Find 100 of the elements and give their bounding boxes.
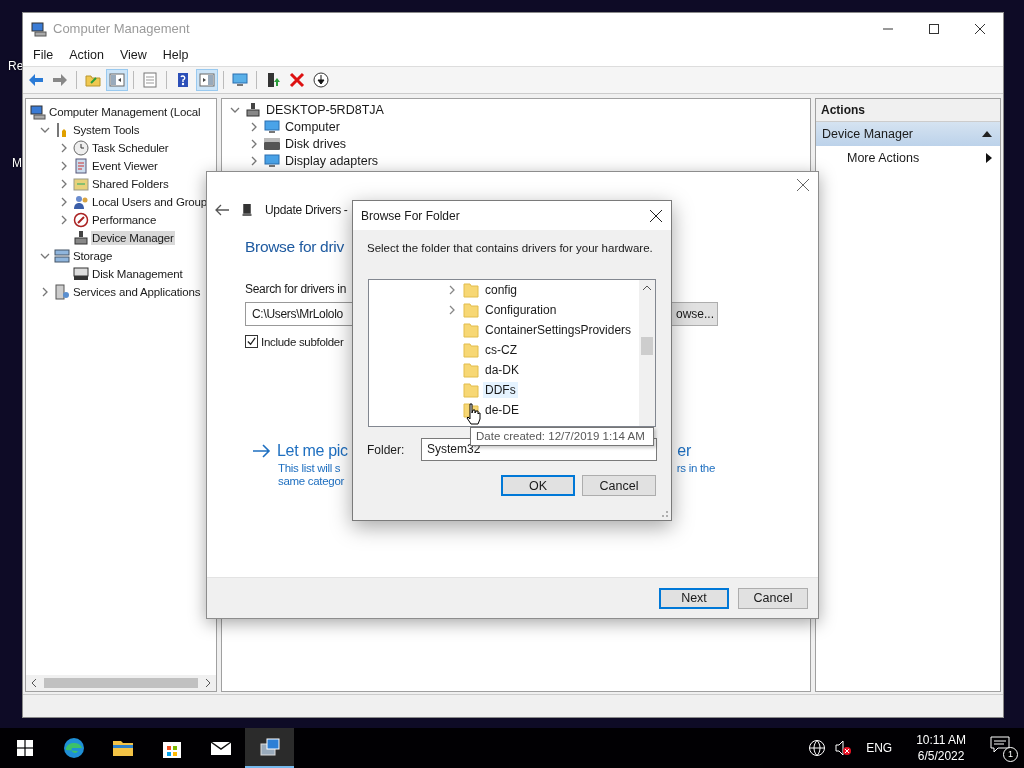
action-item[interactable]: More Actions: [816, 146, 1000, 170]
scroll-thumb[interactable]: [641, 337, 653, 355]
folder-item[interactable]: de-DE: [483, 402, 521, 418]
cancel-button[interactable]: Cancel: [582, 475, 656, 496]
horizontal-scrollbar[interactable]: [26, 675, 216, 691]
dialog-title: Browse For Folder: [361, 208, 460, 223]
folder-item[interactable]: da-DK: [483, 362, 521, 378]
tree-item[interactable]: Disk drives: [283, 135, 349, 152]
device-icon: [241, 202, 253, 218]
resize-grip-icon[interactable]: [659, 508, 669, 518]
panel-icon: [109, 72, 125, 88]
checkbox[interactable]: [245, 335, 258, 348]
panel-icon: [199, 72, 215, 88]
monitor-icon: [264, 152, 280, 169]
folder-icon: [463, 342, 479, 358]
collapse-icon: [982, 131, 992, 137]
users-icon: [73, 194, 89, 210]
tree-item[interactable]: Performance: [91, 213, 158, 227]
chevron-right-icon[interactable]: [59, 143, 69, 153]
folder-icon: [463, 302, 479, 318]
chevron-right-icon[interactable]: [249, 121, 259, 132]
tree-item[interactable]: Event Viewer: [91, 159, 159, 173]
chevron-down-icon[interactable]: [40, 125, 50, 135]
chevron-right-icon[interactable]: [59, 179, 69, 189]
tree-item[interactable]: Computer Management (Local: [48, 105, 202, 119]
tree-item[interactable]: Shared Folders: [91, 177, 170, 191]
clock-icon: [73, 140, 89, 156]
folder-item[interactable]: ContainerSettingsProviders: [483, 322, 634, 338]
clock-time[interactable]: 10:11 AM: [916, 732, 966, 748]
disk-drive-icon: [264, 135, 280, 152]
checkbox-label: Include subfolder: [261, 335, 344, 348]
tree-item[interactable]: Local Users and Group: [91, 195, 209, 209]
link[interactable]: Let me pic: [277, 442, 348, 460]
back-arrow-icon[interactable]: [215, 204, 229, 216]
next-button[interactable]: Next: [659, 587, 729, 609]
speaker-icon[interactable]: [834, 739, 853, 757]
storage-icon: [54, 248, 70, 264]
arrow-right-icon: [253, 444, 271, 458]
tree-item[interactable]: Task Scheduler: [91, 141, 170, 155]
folder-icon: [85, 72, 101, 88]
monitor-icon: [264, 118, 280, 135]
notification-count: 1: [1003, 747, 1018, 762]
chevron-down-icon[interactable]: [40, 251, 50, 261]
tree-item[interactable]: Computer: [283, 118, 342, 135]
folder-icon: [463, 382, 479, 398]
cancel-button[interactable]: Cancel: [738, 587, 808, 609]
chevron-right-icon[interactable]: [447, 285, 457, 295]
tree-item[interactable]: Services and Applications: [72, 285, 202, 299]
folder-icon: [463, 322, 479, 338]
tree-item[interactable]: DESKTOP-5RD8TJA: [264, 101, 386, 118]
folder-item[interactable]: DDFs: [483, 382, 518, 398]
vertical-scrollbar[interactable]: [639, 280, 655, 426]
language-indicator[interactable]: ENG: [866, 741, 893, 755]
chevron-right-icon[interactable]: [59, 197, 69, 207]
instruction-text: Select the folder that contains drivers for your hardware.: [367, 242, 654, 254]
folder-icon: [463, 362, 479, 378]
help-icon: [175, 72, 191, 88]
menu-item[interactable]: Help: [154, 45, 197, 65]
folder-item[interactable]: Configuration: [483, 302, 559, 318]
menu-item[interactable]: Action: [61, 45, 112, 65]
browse-button[interactable]: owse...: [672, 302, 718, 326]
tree-item[interactable]: Disk Management: [91, 267, 184, 281]
computer-icon: [257, 735, 282, 759]
chevron-right-icon[interactable]: [249, 155, 259, 166]
chevron-right-icon[interactable]: [447, 305, 457, 315]
folder-item[interactable]: config: [483, 282, 520, 298]
ok-button[interactable]: OK: [501, 475, 575, 496]
chevron-right-icon[interactable]: [249, 138, 259, 149]
tree-item[interactable]: Storage: [72, 249, 114, 263]
scroll-up-icon[interactable]: [643, 285, 651, 291]
device-icon: [73, 230, 89, 246]
monitor-icon: [232, 72, 248, 88]
tree-item[interactable]: Device Manager: [91, 231, 175, 245]
chevron-right-icon[interactable]: [59, 161, 69, 171]
device-icon: [245, 101, 261, 118]
scroll-right-icon[interactable]: [204, 679, 212, 687]
folder-item[interactable]: cs-CZ: [483, 342, 519, 358]
network-icon[interactable]: [808, 739, 827, 757]
scroll-left-icon[interactable]: [30, 679, 38, 687]
menu-item[interactable]: View: [111, 45, 155, 65]
clock-date[interactable]: 6/5/2022: [917, 748, 965, 764]
log-icon: [73, 158, 89, 174]
forward-icon: [52, 72, 68, 88]
taskbar-app[interactable]: [245, 728, 294, 768]
actions-header: Actions: [816, 99, 1000, 122]
back-icon: [28, 72, 44, 88]
desktop-icon-label[interactable]: M: [12, 156, 22, 170]
tree-item[interactable]: System Tools: [72, 123, 141, 137]
link[interactable]: er: [677, 442, 691, 460]
description-text: This list will s: [278, 462, 341, 474]
chevron-right-icon[interactable]: [59, 215, 69, 225]
windows-logo-icon: [16, 740, 33, 756]
notification-icon[interactable]: [990, 736, 1010, 754]
toolbar-button[interactable]: [310, 69, 332, 91]
desktop-icon-label[interactable]: Re: [8, 59, 24, 73]
action-group-header[interactable]: Device Manager: [816, 122, 1000, 146]
menu-item[interactable]: File: [25, 45, 62, 65]
close-icon: [975, 23, 985, 34]
tree-item[interactable]: Display adapters: [283, 152, 381, 169]
chevron-right-icon[interactable]: [40, 287, 50, 297]
